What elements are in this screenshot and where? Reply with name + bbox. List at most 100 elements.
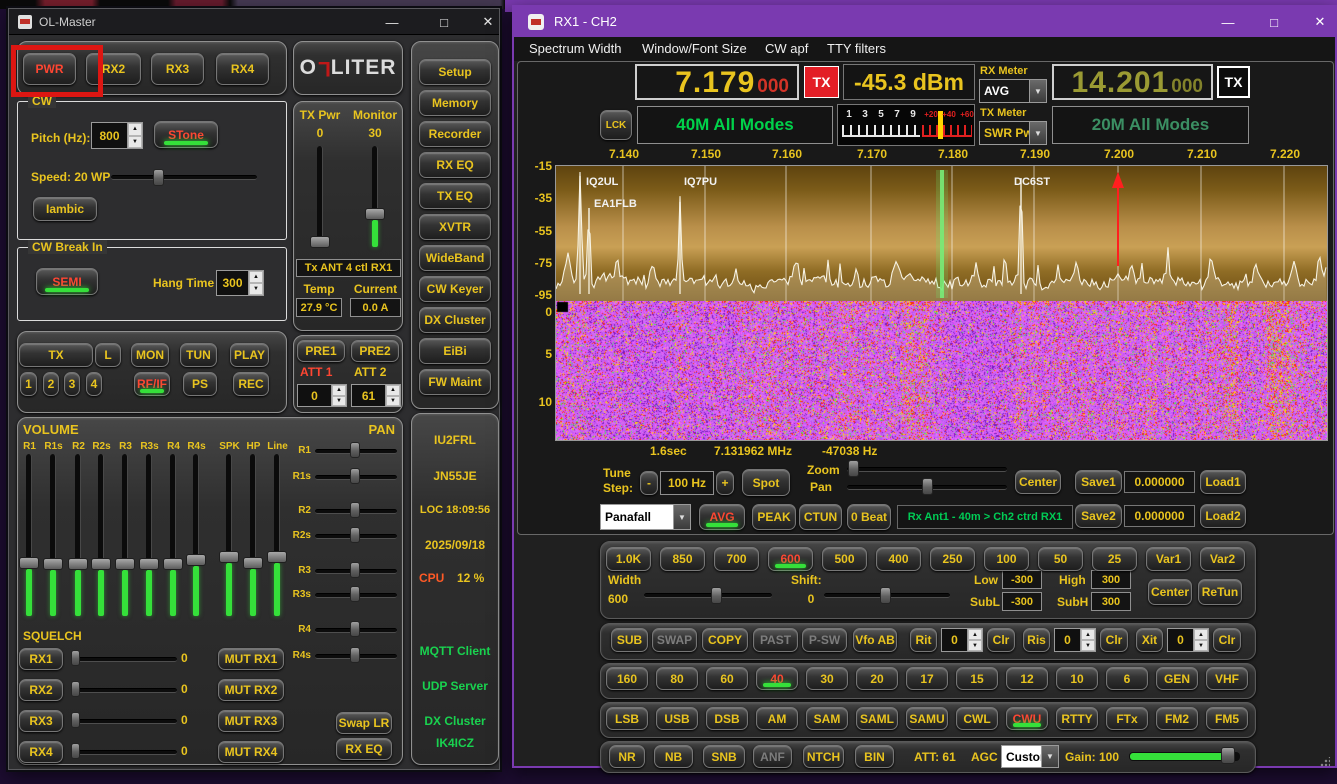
dsp-button-5[interactable]: BIN xyxy=(855,745,894,768)
band-button-0[interactable]: 160 xyxy=(606,667,648,690)
vfo-b-display[interactable]: 14.201000 xyxy=(1052,64,1213,100)
squelch-slider-3[interactable] xyxy=(71,719,177,724)
filter-width-button-4[interactable]: 500 xyxy=(822,547,867,571)
side-button-4[interactable]: TX EQ xyxy=(419,183,491,209)
squelch-handle-4[interactable] xyxy=(71,743,80,759)
dsp-button-4[interactable]: NTCH xyxy=(803,745,844,768)
dsp-button-1[interactable]: NB xyxy=(654,745,693,768)
pre2-button[interactable]: PRE2 xyxy=(351,340,399,362)
pan-handle-1[interactable] xyxy=(350,468,360,484)
att2-arrows[interactable]: ▲▼ xyxy=(385,385,400,406)
shift-handle[interactable] xyxy=(880,587,891,604)
mute-rx-button-3[interactable]: MUT RX3 xyxy=(218,710,284,732)
gain-handle[interactable] xyxy=(1221,747,1235,764)
side-button-3[interactable]: RX EQ xyxy=(419,152,491,178)
vfo-a-display[interactable]: 7.179000 xyxy=(635,64,799,100)
semi-break-in-button[interactable]: SEMI xyxy=(36,268,98,295)
tx-row2-button-6[interactable]: REC xyxy=(233,372,269,396)
band-button-9[interactable]: 10 xyxy=(1056,667,1098,690)
tx-meter-dropdown-arrow[interactable]: ▼ xyxy=(1029,122,1046,144)
side-button-9[interactable]: EiBi xyxy=(419,338,491,364)
spot-button[interactable]: Spot xyxy=(742,469,790,496)
close-button[interactable]: ✕ xyxy=(1306,12,1334,32)
squelch-slider-2[interactable] xyxy=(71,688,177,693)
menu-item-3[interactable]: TTY filters xyxy=(827,41,886,56)
volume-handle-6[interactable] xyxy=(163,558,183,570)
zoom-handle[interactable] xyxy=(848,460,859,477)
width-handle[interactable] xyxy=(711,587,722,604)
tx-row2-button-1[interactable]: 2 xyxy=(43,372,59,396)
mode-button-2[interactable]: DSB xyxy=(706,707,748,730)
att1-spinner[interactable]: 0 ▲▼ xyxy=(297,384,347,407)
mute-rx-button-2[interactable]: MUT RX2 xyxy=(218,679,284,701)
zero-beat-button[interactable]: 0 Beat xyxy=(847,504,891,530)
rx-select-button-4[interactable]: RX4 xyxy=(216,53,269,85)
rit-arrows[interactable]: ▲▼ xyxy=(967,629,982,651)
menu-item-1[interactable]: Window/Font Size xyxy=(642,41,747,56)
mode-button-3[interactable]: AM xyxy=(756,707,798,730)
pan-handle-6[interactable] xyxy=(350,621,360,637)
filter-width-button-3[interactable]: 600 xyxy=(768,547,813,571)
mute-rx-button-1[interactable]: MUT RX1 xyxy=(218,648,284,670)
side-button-2[interactable]: Recorder xyxy=(419,121,491,147)
side-button-1[interactable]: Memory xyxy=(419,90,491,116)
att1-arrows[interactable]: ▲▼ xyxy=(331,385,346,406)
tx-row1-button-2[interactable]: MON xyxy=(131,343,169,367)
agc-dropdown-arrow[interactable]: ▼ xyxy=(1041,746,1058,767)
pitch-spinner[interactable]: 800 ▲▼ xyxy=(91,122,143,149)
tx-row2-button-5[interactable]: PS xyxy=(183,372,217,396)
spectrum-display[interactable] xyxy=(556,166,1327,301)
vfo-op-button-0[interactable]: SUB xyxy=(611,628,648,652)
pre1-button[interactable]: PRE1 xyxy=(297,340,345,362)
side-button-0[interactable]: Setup xyxy=(419,59,491,85)
filter-width-button-8[interactable]: 50 xyxy=(1038,547,1083,571)
vfo-op-button-2[interactable]: COPY xyxy=(702,628,748,652)
side-button-6[interactable]: WideBand xyxy=(419,245,491,271)
subh-value[interactable]: 300 xyxy=(1091,592,1131,611)
tx-row2-button-4[interactable]: RF/IF xyxy=(134,372,170,396)
vfo-b-tx-button[interactable]: TX xyxy=(1217,66,1250,98)
filter-width-button-2[interactable]: 700 xyxy=(714,547,759,571)
rit-spinner[interactable]: 0 ▲▼ xyxy=(941,628,983,652)
mode-button-1[interactable]: USB xyxy=(656,707,698,730)
side-button-8[interactable]: DX Cluster xyxy=(419,307,491,333)
spectrum-container[interactable]: IQ2ULEA1FLBIQ7PUDC6ST xyxy=(555,165,1328,441)
pan-handle-5[interactable] xyxy=(350,586,360,602)
monitor-handle[interactable] xyxy=(365,208,385,220)
mode-button-11[interactable]: FM2 xyxy=(1156,707,1198,730)
band-button-7[interactable]: 15 xyxy=(956,667,998,690)
side-button-5[interactable]: XVTR xyxy=(419,214,491,240)
display-mode-select[interactable]: Panafall ▼ xyxy=(600,504,691,530)
volume-handle-2[interactable] xyxy=(68,558,88,570)
minimize-button[interactable]: — xyxy=(380,12,404,32)
squelch-rx-button-1[interactable]: RX1 xyxy=(19,648,63,670)
tx-row2-button-3[interactable]: 4 xyxy=(86,372,102,396)
mode-button-8[interactable]: CWU xyxy=(1006,707,1048,730)
pan-handle-0[interactable] xyxy=(350,442,360,458)
pan-handle-4[interactable] xyxy=(350,562,360,578)
tx-meter-select[interactable]: SWR Pwr ▼ xyxy=(979,121,1047,145)
width-slider[interactable] xyxy=(644,593,772,598)
band-button-2[interactable]: 60 xyxy=(706,667,748,690)
tune-step-plus-button[interactable]: + xyxy=(716,471,734,495)
rx-select-button-3[interactable]: RX3 xyxy=(151,53,204,85)
cw-speed-slider[interactable] xyxy=(111,175,257,180)
vfo-op-button-1[interactable]: SWAP xyxy=(652,628,697,652)
filter-width-button-5[interactable]: 400 xyxy=(876,547,921,571)
display-mode-dropdown-arrow[interactable]: ▼ xyxy=(673,505,690,529)
squelch-handle-3[interactable] xyxy=(71,712,80,728)
volume-handle-3[interactable] xyxy=(91,558,111,570)
squelch-slider-4[interactable] xyxy=(71,750,177,755)
rit-clear-button[interactable]: Clr xyxy=(987,628,1015,652)
maximize-button[interactable]: □ xyxy=(1260,12,1288,32)
volume-handle-10[interactable] xyxy=(267,551,287,563)
side-button-7[interactable]: CW Keyer xyxy=(419,276,491,302)
filter-center-button[interactable]: Center xyxy=(1148,579,1192,605)
mode-button-7[interactable]: CWL xyxy=(956,707,998,730)
mode-button-5[interactable]: SAML xyxy=(856,707,898,730)
side-button-10[interactable]: FW Maint xyxy=(419,369,491,395)
volume-handle-8[interactable] xyxy=(219,551,239,563)
ris-arrows[interactable]: ▲▼ xyxy=(1080,629,1095,651)
mode-button-9[interactable]: RTTY xyxy=(1056,707,1098,730)
xit-arrows[interactable]: ▲▼ xyxy=(1193,629,1208,651)
